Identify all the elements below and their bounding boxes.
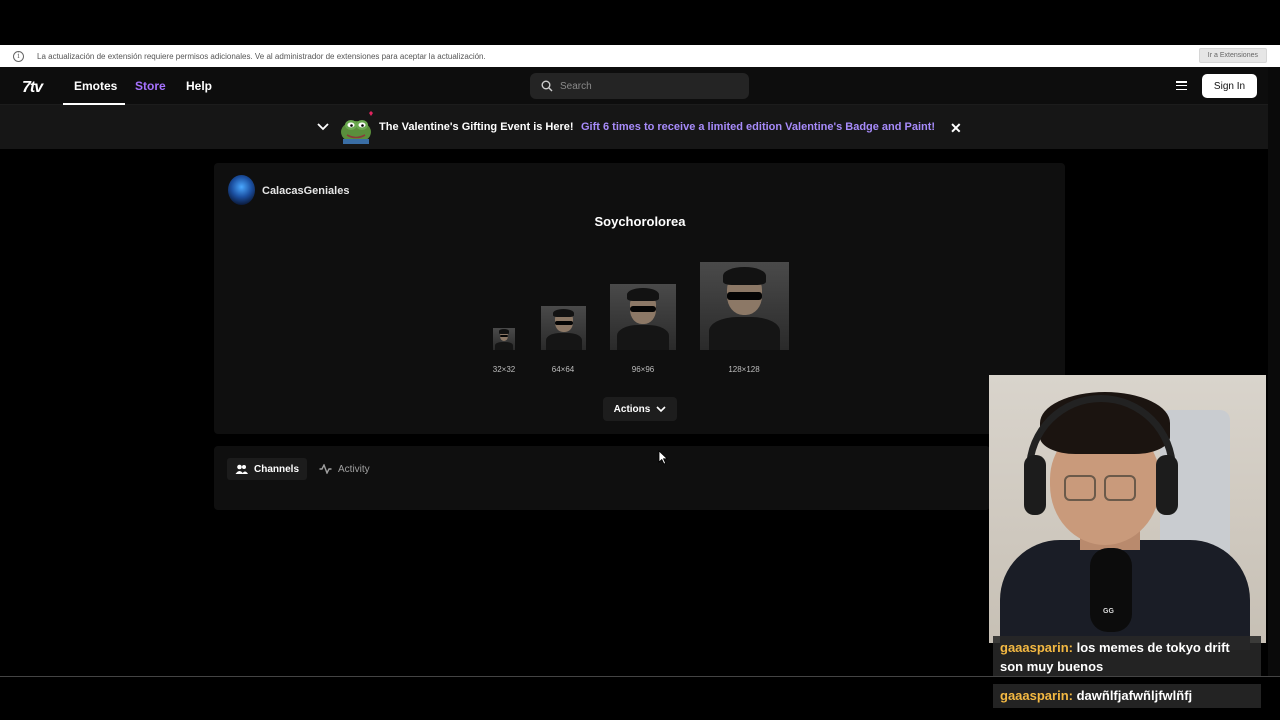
- emote-preview-96[interactable]: [610, 284, 676, 350]
- logo[interactable]: 7tv: [22, 79, 43, 97]
- size-label-32: 32×32: [492, 365, 516, 374]
- banner-link[interactable]: Gift 6 times to receive a limited editio…: [581, 121, 935, 133]
- emote-preview-32[interactable]: [493, 328, 515, 350]
- search-input[interactable]: [560, 80, 730, 92]
- emote-title: Soychorolorea: [594, 214, 686, 229]
- headphone-cup-left: [1024, 455, 1046, 515]
- info-icon: i: [13, 50, 24, 62]
- banner-title: The Valentine's Gifting Event is Here!: [379, 121, 574, 133]
- emote-preview-64[interactable]: [541, 306, 586, 350]
- info-message: La actualización de extensión requiere p…: [37, 51, 486, 61]
- users-icon: [235, 464, 248, 474]
- chat-message: gaaasparin: dawñlfjafwñljfwlñfj: [993, 684, 1261, 708]
- tab-channels-label: Channels: [254, 463, 300, 475]
- nav-help[interactable]: Help: [186, 79, 212, 93]
- chat-username: gaaasparin:: [1000, 640, 1073, 655]
- chevron-down-icon: [656, 405, 666, 412]
- actions-dropdown-button[interactable]: Actions: [603, 397, 677, 421]
- actions-label: Actions: [613, 403, 651, 415]
- scrollbar[interactable]: [1268, 67, 1280, 676]
- activity-icon: [319, 464, 332, 474]
- event-banner: The Valentine's Gifting Event is Here! G…: [0, 105, 1268, 149]
- chat-message: gaaasparin: los memes de tokyo drift son…: [993, 636, 1261, 676]
- top-nav: 7tv Emotes Store Help Sign In: [0, 67, 1268, 105]
- owner-name[interactable]: CalacasGeniales: [262, 185, 349, 197]
- mic-logo: GG: [1103, 608, 1114, 615]
- close-icon[interactable]: ✕: [950, 120, 962, 137]
- owner-avatar[interactable]: [228, 175, 255, 205]
- size-label-96: 96×96: [631, 365, 655, 374]
- headphone-cup-right: [1156, 455, 1178, 515]
- glasses-left-lens: [1064, 475, 1096, 501]
- top-blank-area: [0, 0, 1280, 45]
- tab-activity[interactable]: Activity: [311, 458, 378, 480]
- tab-channels[interactable]: Channels: [227, 458, 308, 480]
- extension-info-bar: i La actualización de extensión requiere…: [0, 45, 1280, 67]
- glasses-right-lens: [1104, 475, 1136, 501]
- pepe-emote-icon: [341, 111, 373, 144]
- chat-text: dawñlfjafwñljfwlñfj: [1072, 688, 1193, 703]
- mouse-cursor-icon: [658, 450, 668, 465]
- size-label-64: 64×64: [551, 365, 575, 374]
- tab-activity-label: Activity: [338, 463, 370, 475]
- nav-emotes[interactable]: Emotes: [74, 79, 117, 93]
- emote-preview-128[interactable]: [700, 262, 789, 350]
- go-to-extensions-button[interactable]: Ir a Extensiones: [1198, 48, 1267, 63]
- nav-store[interactable]: Store: [135, 79, 166, 93]
- sign-in-button[interactable]: Sign In: [1202, 74, 1257, 98]
- chevron-down-icon[interactable]: [317, 122, 329, 132]
- search-box[interactable]: [530, 73, 749, 99]
- size-label-128: 128×128: [728, 365, 760, 374]
- search-icon: [541, 80, 553, 92]
- microphone-icon: [1090, 548, 1132, 632]
- menu-icon[interactable]: [1176, 81, 1187, 90]
- chat-username: gaaasparin:: [1000, 688, 1073, 703]
